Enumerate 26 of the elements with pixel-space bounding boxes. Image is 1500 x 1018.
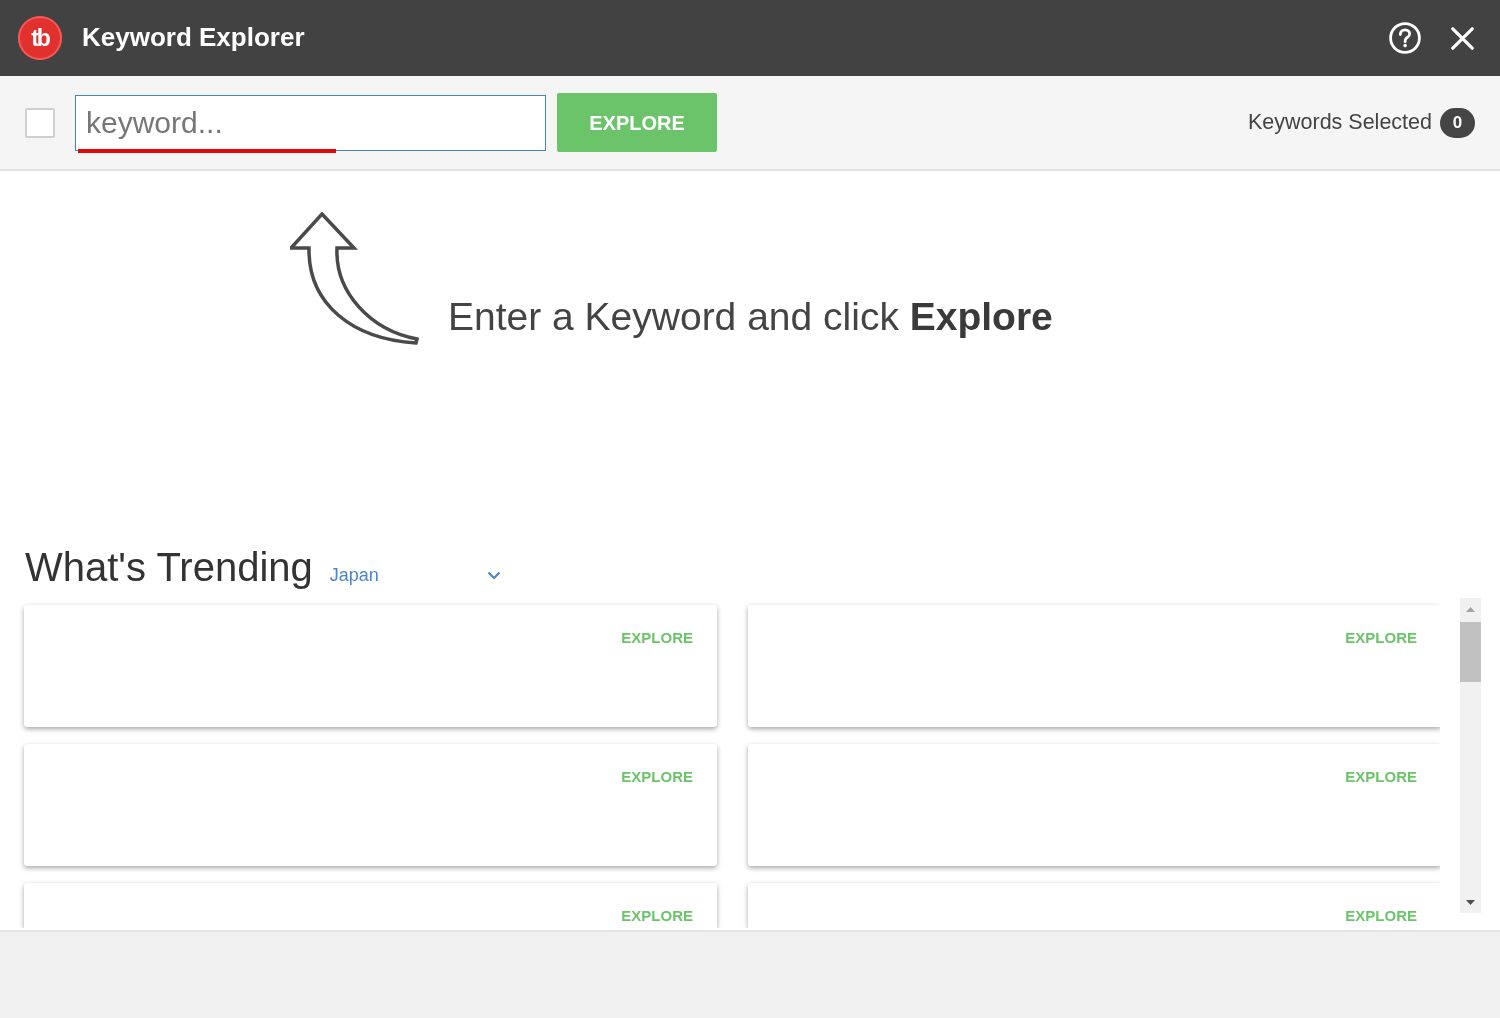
close-icon	[1451, 26, 1474, 50]
card-explore-button[interactable]: EXPLORE	[1345, 907, 1417, 925]
keyword-input[interactable]: keyword...	[75, 94, 546, 151]
card-explore-button[interactable]: EXPLORE	[1345, 629, 1417, 647]
card-explore-button[interactable]: EXPLORE	[1345, 768, 1417, 786]
explore-button[interactable]: EXPLORE	[557, 93, 717, 152]
selected-count-badge: 0	[1440, 107, 1475, 138]
close-button[interactable]	[1451, 26, 1474, 50]
keywords-selected-label: Keywords Selected	[1247, 109, 1432, 137]
chevron-down-icon	[486, 571, 501, 580]
help-icon	[1389, 22, 1421, 54]
scroll-up-icon[interactable]	[1466, 606, 1475, 612]
scroll-down-icon[interactable]	[1466, 899, 1475, 905]
app-logo: tb	[18, 16, 62, 60]
curved-arrow-icon	[290, 212, 420, 345]
window-title: Keyword Explorer	[82, 22, 305, 54]
card-explore-button[interactable]: EXPLORE	[621, 629, 693, 647]
section-heading: What's Trending	[25, 544, 313, 590]
instruction-text: Enter a Keyword and click Explore	[448, 294, 1053, 341]
select-all-checkbox[interactable]	[25, 107, 55, 138]
card-explore-button[interactable]: EXPLORE	[621, 907, 693, 925]
country-dropdown[interactable]: Japan	[329, 562, 501, 589]
card-explore-button[interactable]: EXPLORE	[621, 768, 693, 786]
help-button[interactable]	[1389, 22, 1421, 54]
scrollbar-track[interactable]	[1460, 598, 1481, 913]
scrollbar-thumb[interactable]	[1460, 622, 1481, 682]
